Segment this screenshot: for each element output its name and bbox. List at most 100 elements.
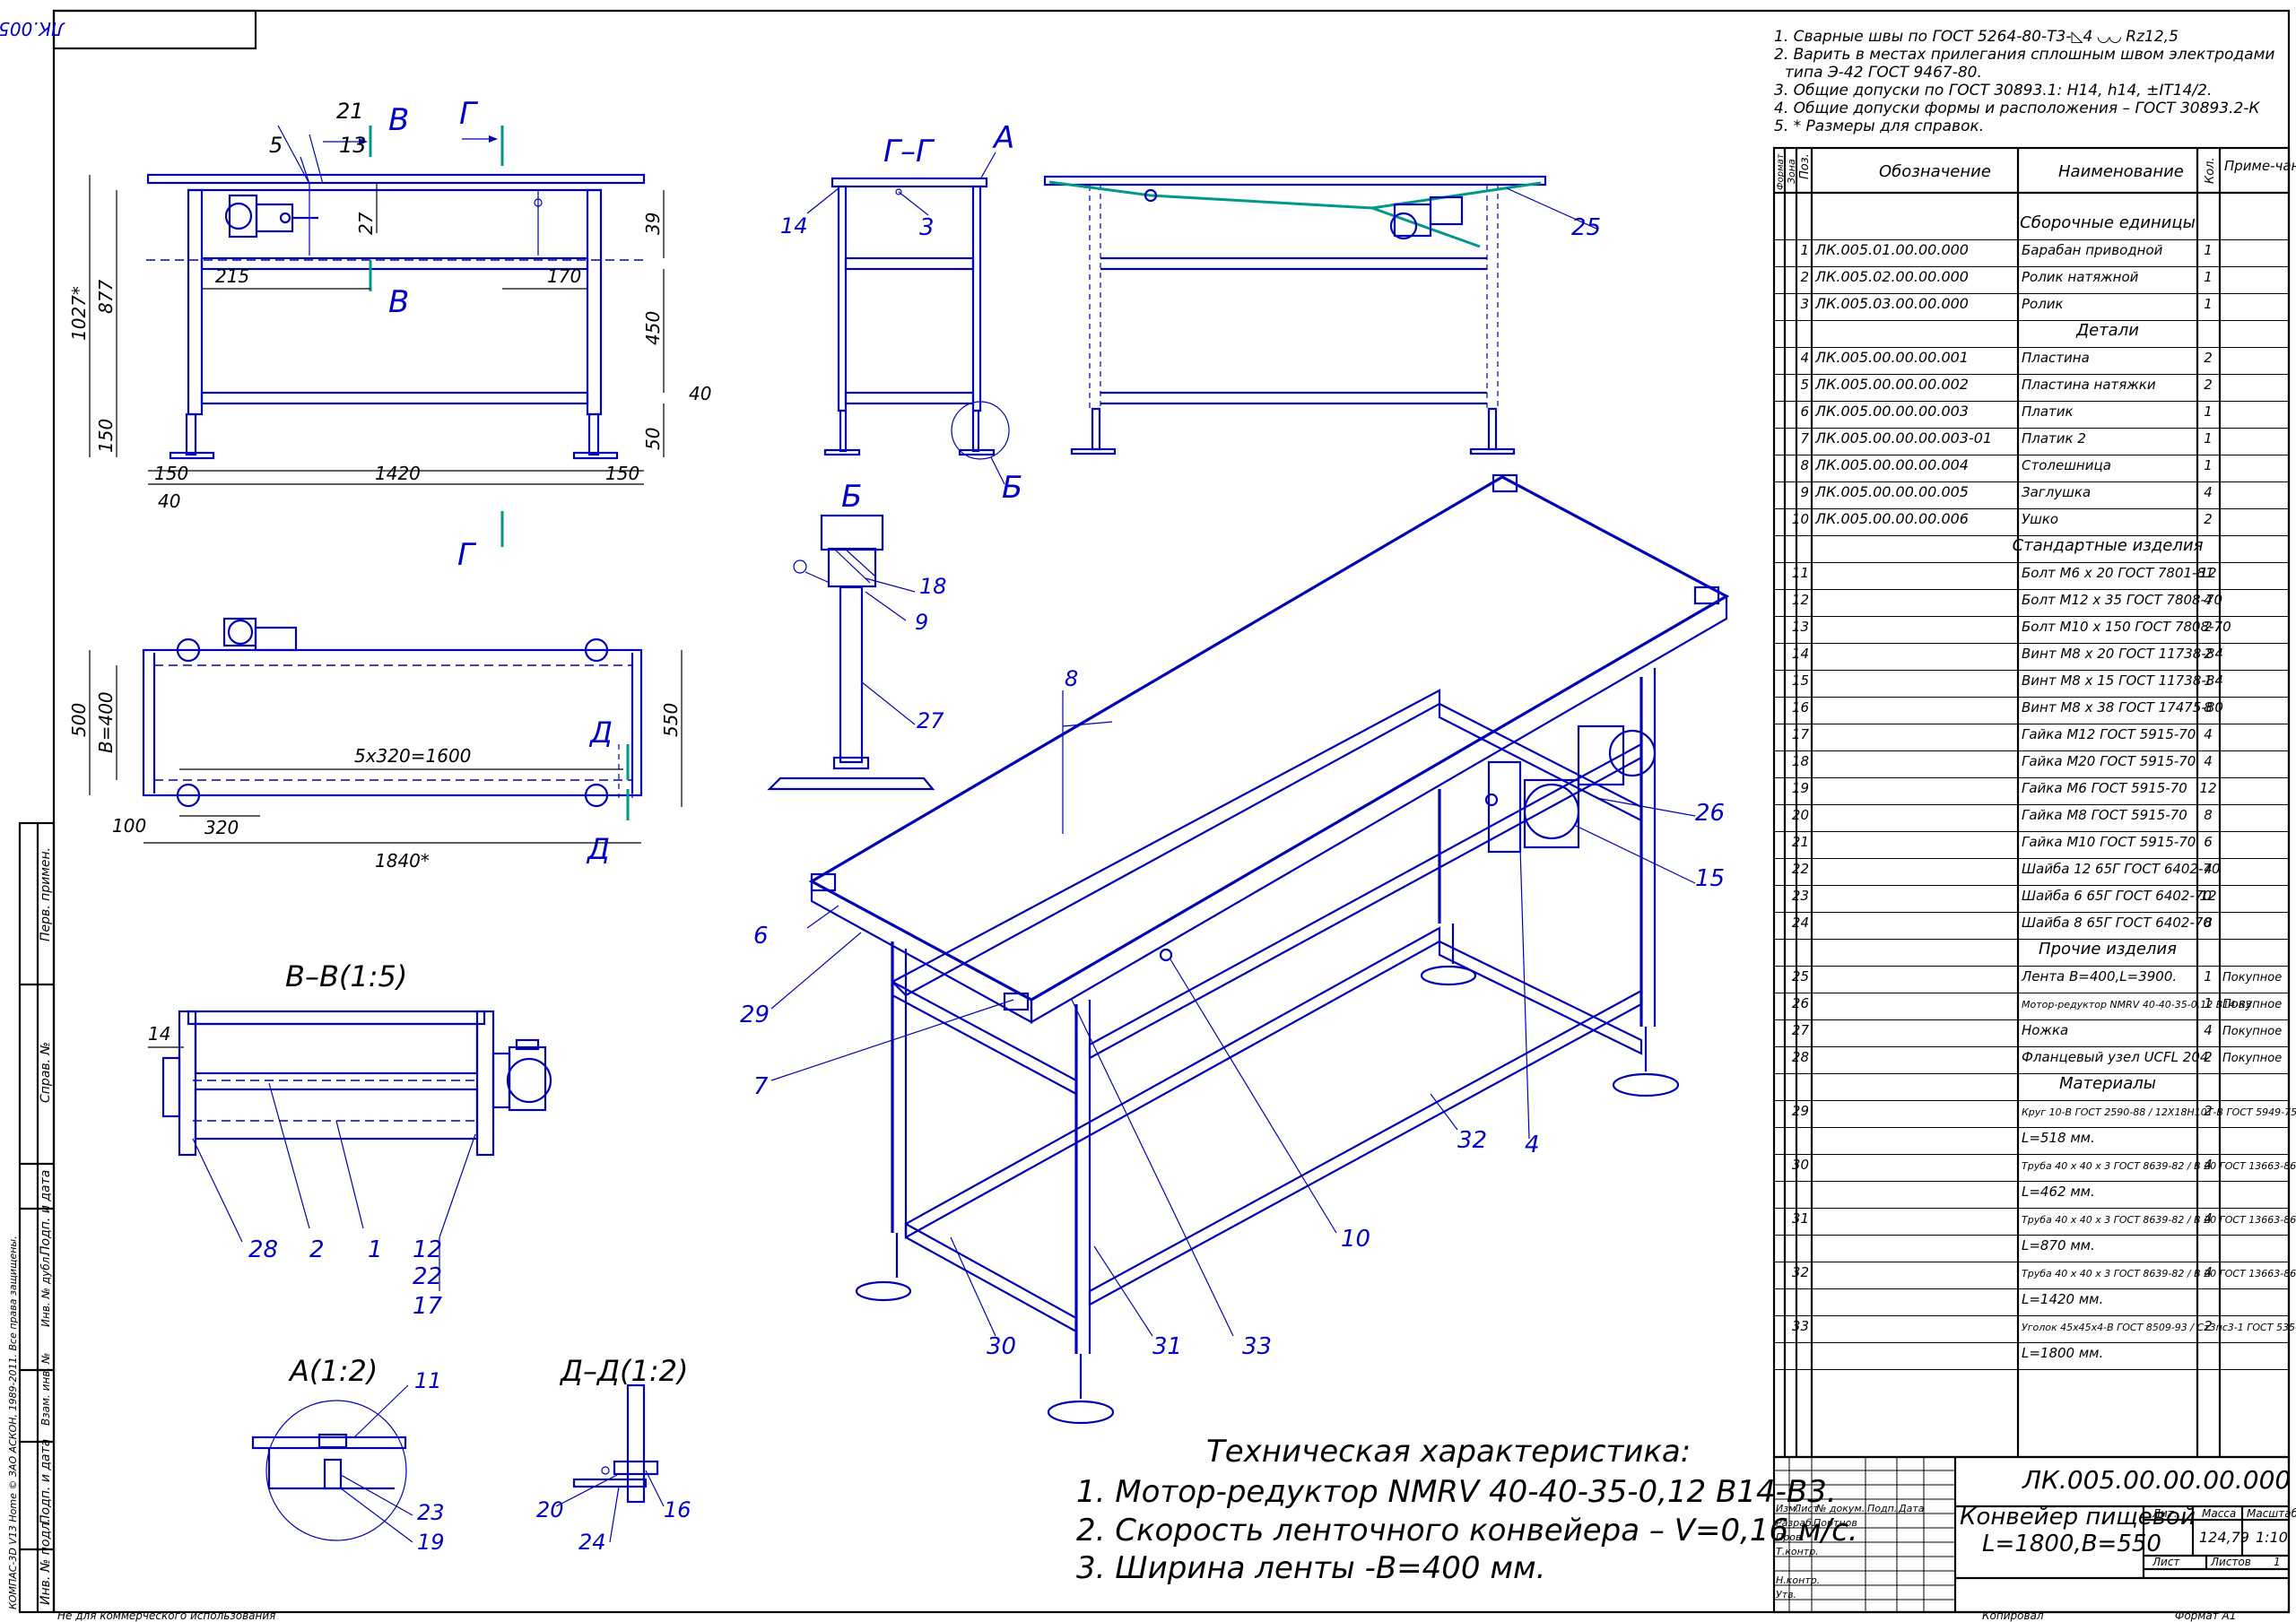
spec-pos: 16 bbox=[1792, 699, 1809, 716]
spec-pos: 10 bbox=[1792, 511, 1809, 527]
spec-name: Ролик bbox=[2022, 296, 2064, 312]
spec-pos: 22 bbox=[1792, 861, 1809, 877]
spec-designation: ЛК.005.00.00.00.002 bbox=[1814, 376, 1969, 393]
spec-name: Винт М8 х 20 ГОСТ 11738-84 bbox=[2022, 646, 2223, 662]
spec-name: L=518 мм. bbox=[2022, 1130, 2095, 1146]
spec-designation: ЛК.005.00.00.00.004 bbox=[1814, 456, 1969, 473]
spec-pos: 1 bbox=[1800, 242, 1809, 258]
spec-name: Барабан приводной bbox=[2022, 242, 2163, 258]
spec-qty: 1 bbox=[2204, 242, 2213, 258]
callout-10: 10 bbox=[1341, 1226, 1370, 1253]
dim-1027: 1027* bbox=[68, 286, 90, 341]
spec-name: Ушко bbox=[2022, 511, 2058, 527]
spec-qty: 4 bbox=[2204, 726, 2213, 742]
spec-name: Труба 40 х 40 х 3 ГОСТ 8639-82 / В 20 ГО… bbox=[2022, 1268, 2296, 1279]
title-row-label: Пров. bbox=[1776, 1531, 1805, 1543]
title-number: ЛК.005.00.00.00.000 bbox=[2022, 1465, 2291, 1495]
section-g-top: Г bbox=[459, 96, 479, 132]
dim-150-left: 150 bbox=[95, 419, 117, 453]
spec-qty: 2 bbox=[2204, 511, 2213, 527]
title-row-label: № докум. bbox=[1815, 1503, 1865, 1514]
section-dd: Д–Д(1:2) 20 24 16 bbox=[536, 1354, 691, 1555]
spec-section-title: Сборочные единицы bbox=[2020, 213, 2196, 232]
spec-pos: 3 bbox=[1800, 296, 1809, 312]
callout-3: 3 bbox=[919, 214, 935, 241]
note-4: 3. Общие допуски по ГОСТ 30893.1: H14, h… bbox=[1774, 82, 2212, 100]
spec-name: Шайба 12 65Г ГОСТ 6402-70 bbox=[2022, 861, 2221, 877]
callout-27: 27 bbox=[917, 708, 944, 733]
tech-spec-title: Техническая характеристика: bbox=[1206, 1434, 1691, 1470]
spec-name: Уголок 45х45х4-В ГОСТ 8509-93 / Ст3пс3-1… bbox=[2022, 1322, 2296, 1333]
title-row-label: Подп. bbox=[1867, 1503, 1897, 1514]
spec-name: Ролик натяжной bbox=[2022, 269, 2139, 285]
spec-name: Гайка М12 ГОСТ 5915-70 bbox=[2022, 726, 2196, 742]
callout-12: 12 bbox=[413, 1236, 442, 1263]
title-row-label: Дата bbox=[1898, 1503, 1925, 1514]
isometric-view: 8 26 15 6 29 7 4 32 10 30 31 33 bbox=[740, 473, 1730, 1425]
spec-pos: 33 bbox=[1792, 1318, 1809, 1334]
section-v-bottom: В bbox=[388, 284, 409, 320]
spec-pos: 32 bbox=[1792, 1264, 1809, 1280]
spec-pos: 14 bbox=[1792, 646, 1809, 662]
title-scale: 1:10 bbox=[2256, 1529, 2288, 1546]
spec-pos: 4 bbox=[1800, 350, 1809, 366]
spec-qty: 4 bbox=[2204, 484, 2213, 500]
note-6: 5. * Размеры для справок. bbox=[1774, 117, 1984, 135]
detail-b: Б 18 9 27 bbox=[767, 479, 947, 791]
section-d-top: Д bbox=[588, 716, 613, 750]
title-row-label: Разраб. bbox=[1776, 1517, 1814, 1529]
top-view: 500 В=400 550 5х320=1600 100 320 1840* Д… bbox=[68, 617, 683, 872]
spec-name: Труба 40 х 40 х 3 ГОСТ 8639-82 / В 20 ГО… bbox=[2022, 1160, 2296, 1172]
note-5: 4. Общие допуски формы и расположения – … bbox=[1774, 100, 2260, 117]
dim-1420: 1420 bbox=[375, 463, 421, 484]
callout-22: 22 bbox=[413, 1263, 442, 1290]
spec-pos: 27 bbox=[1792, 1022, 1810, 1038]
note-2: 2. Варить в местах прилегания сплошным ш… bbox=[1774, 46, 2274, 64]
callout-19: 19 bbox=[417, 1530, 445, 1555]
callout-31: 31 bbox=[1152, 1333, 1182, 1360]
spec-note: Покупное bbox=[2222, 1052, 2282, 1065]
dim-150-b-left: 150 bbox=[154, 463, 188, 484]
spec-qty: 1 bbox=[2204, 403, 2213, 420]
spec-pos: 31 bbox=[1792, 1210, 1809, 1227]
callout-24: 24 bbox=[578, 1530, 606, 1555]
callout-A: А bbox=[992, 120, 1014, 156]
spec-qty: 1 bbox=[2204, 430, 2213, 447]
spec-qty: 8 bbox=[2204, 807, 2213, 823]
spec-note: Покупное bbox=[2222, 1025, 2282, 1038]
spec-name: Винт М8 х 38 ГОСТ 17475-80 bbox=[2022, 699, 2223, 716]
dim-27: 27 bbox=[355, 212, 377, 235]
title-sheets-label: Листов bbox=[2210, 1556, 2251, 1568]
spec-designation: ЛК.005.03.00.00.000 bbox=[1814, 295, 1969, 312]
title-format: Формат А1 bbox=[2175, 1609, 2236, 1622]
spec-qty: 1 bbox=[2204, 296, 2213, 312]
spec-pos: 9 bbox=[1800, 484, 1809, 500]
dim-5x320: 5х320=1600 bbox=[354, 745, 471, 767]
callout-30: 30 bbox=[987, 1333, 1016, 1360]
spec-qty: 4 bbox=[2204, 1210, 2213, 1227]
dim-500: 500 bbox=[68, 703, 90, 737]
callout-29: 29 bbox=[740, 1002, 770, 1028]
dim-39: 39 bbox=[642, 213, 664, 235]
dim-40-right: 40 bbox=[689, 383, 711, 404]
spec-pos: 21 bbox=[1792, 834, 1809, 850]
spec-qty: 2 bbox=[2204, 1049, 2213, 1065]
callout-28: 28 bbox=[248, 1236, 278, 1263]
callout-20: 20 bbox=[536, 1497, 564, 1522]
spec-name: Болт М12 х 35 ГОСТ 7808-70 bbox=[2022, 592, 2222, 608]
spec-pos: 29 bbox=[1792, 1103, 1809, 1119]
spec-pos: 20 bbox=[1792, 807, 1809, 823]
rear-view: 25 bbox=[1043, 175, 1601, 455]
spec-qty: 2 bbox=[2204, 1103, 2213, 1119]
spec-qty: 1 bbox=[2204, 457, 2213, 473]
left-strip: Перв. примен. Справ. № Подп. и дата Инв.… bbox=[7, 821, 56, 1614]
dim-50: 50 bbox=[642, 428, 664, 450]
spec-qty: 1 bbox=[2204, 269, 2213, 285]
spec-name: Платик bbox=[2022, 403, 2074, 420]
dim-450: 450 bbox=[642, 311, 664, 345]
dim-b400: В=400 bbox=[95, 691, 117, 753]
spec-pos: 23 bbox=[1792, 888, 1809, 904]
spec-qty: 2 bbox=[2204, 619, 2213, 635]
strip-label-2: Подп. и дата bbox=[39, 1170, 53, 1255]
spec-designation: ЛК.005.01.00.00.000 bbox=[1814, 241, 1969, 258]
